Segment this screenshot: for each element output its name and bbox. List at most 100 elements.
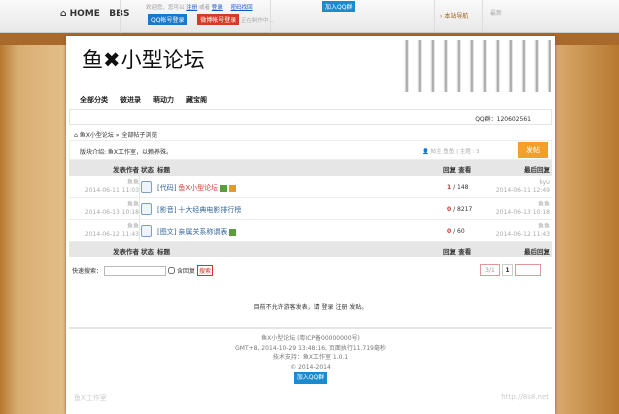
forum-logo[interactable]: 鱼✖小型论坛 [82, 44, 205, 74]
reply-view-count: 1 / 148 [447, 184, 469, 191]
top-bar: ⌂ HOME BBS 欢迎您，您可以 注册 或者 登录 密码找回 QQ帐号登录 … [0, 0, 619, 33]
author-name[interactable]: 鱼鱼 [85, 179, 139, 187]
search-input[interactable] [104, 265, 167, 276]
reply-view-count: 0 / 60 [447, 228, 465, 235]
board-stats: 👤 帖主 鱼鱼 | 主题 : 3 [422, 149, 480, 155]
footer-join-qq-button[interactable]: 加入QQ群 [293, 372, 328, 384]
or-text: 或者 [199, 5, 211, 11]
last-reply-user[interactable]: 鱼鱼 [496, 223, 550, 231]
attachment-icon [229, 229, 237, 236]
last-reply-user[interactable]: kyu [496, 179, 550, 187]
quick-search: 快速搜索： 含回复 搜索 [72, 265, 214, 276]
nav-item-4[interactable]: 藏宝阁 [186, 96, 207, 104]
reply-view-count: 0 / 8217 [447, 206, 473, 213]
join-qq-button[interactable]: 加入QQ群 [322, 1, 356, 12]
table-header: 发表作者 状态 标题 回复 查看 最后回复 [69, 160, 552, 176]
footer-site: 鱼X小型论坛 (粤ICP备00000000号) [261, 335, 360, 342]
include-replies-label: 含回复 [177, 268, 196, 275]
author-cell: 鱼鱼 2014-06-13 10:18 [85, 201, 139, 217]
thread-title[interactable]: 十大经典电影排行榜 [178, 206, 241, 214]
site-nav-link[interactable]: › 本站导航 [440, 11, 468, 20]
include-replies-checkbox[interactable] [168, 267, 176, 274]
nav-all-categories[interactable]: 全部分类 [80, 96, 108, 104]
post-date: 2014-06-11 11:03 [84, 187, 139, 194]
nav-item-2[interactable]: 彼进录 [120, 96, 141, 104]
thread-title-cell: [代码] 鱼X小型论坛 [157, 183, 237, 193]
pager: 3/1 1 [480, 264, 541, 276]
reply-count: 1 [447, 184, 452, 191]
thread-title-cell: [影音] 十大经典电影排行榜 [157, 205, 241, 215]
forgot-link[interactable]: 密码找回 [231, 5, 253, 11]
last-reply-cell: 鱼鱼 2014-06-13 10:18 [496, 201, 550, 217]
reply-count: 0 [447, 206, 452, 213]
weibo-login-button[interactable]: 微博帐号登录 [197, 14, 240, 25]
view-count: 148 [457, 184, 469, 191]
making-text: 正在制作中... [240, 18, 274, 24]
qq-group-bar: QQ群：120602561 [69, 109, 552, 125]
col-title: 标题 [157, 166, 170, 174]
nav-item-3[interactable]: 萌动力 [153, 96, 174, 104]
main-panel: 鱼✖小型论坛 全部分类 彼进录 萌动力 藏宝阁 QQ群：120602561 ⌂ 鱼X小… [66, 36, 555, 414]
login-link[interactable]: 登录 [212, 5, 223, 11]
last-reply-user[interactable]: 鱼鱼 [496, 201, 550, 209]
table-footer-header: 发表作者 状态 标题 回复 查看 最后回复 [69, 242, 552, 257]
welcome-line: 欢迎您，您可以 注册 或者 登录 密码找回 [146, 3, 253, 11]
footer-divider [69, 327, 552, 329]
col-replies-views: 回复 查看 [443, 166, 472, 174]
page-jump-input[interactable] [515, 264, 541, 276]
home-link[interactable]: HOME [70, 9, 100, 19]
table-row: 鱼鱼 2014-06-12 11:43 [图文] 亲属关系称谓表 0 / 60 鱼… [69, 220, 552, 242]
table-row: 鱼鱼 2014-06-13 10:18 [影音] 十大经典电影排行榜 0 / 82… [69, 198, 552, 220]
thread-category[interactable]: [影音] [157, 206, 176, 214]
view-count: 60 [457, 228, 465, 235]
watermark-right: http://8s8.net [501, 393, 549, 401]
col-author: 发表作者 [113, 166, 139, 174]
search-button[interactable]: 搜索 [197, 265, 214, 276]
post-date: 2014-06-12 11:43 [84, 231, 139, 238]
notice-register-link[interactable]: 注册 [335, 304, 347, 311]
attachment-icon [220, 185, 228, 192]
pager-total: 3/1 [480, 264, 500, 276]
breadcrumb-current: 全部帖子浏览 [121, 132, 158, 139]
notice-login-link[interactable]: 登录 [322, 304, 334, 311]
header-banner-image [396, 40, 551, 92]
author-cell: 鱼鱼 2014-06-12 11:43 [85, 223, 139, 239]
board-info: 版块介绍: 鱼X工作室，以赖养殊。 👤 帖主 鱼鱼 | 主题 : 3 发帖 [69, 140, 552, 160]
welcome-text: 欢迎您，您可以 [146, 5, 185, 11]
thread-title[interactable]: 鱼X小型论坛 [178, 184, 218, 192]
last-reply-date: 2014-06-13 10:18 [495, 209, 550, 216]
watermark-left: 鱼X工作室 [74, 394, 107, 402]
board-stats-text: 帖主 鱼鱼 | 主题 : 3 [430, 149, 480, 155]
author-name[interactable]: 鱼鱼 [85, 223, 139, 231]
thread-category[interactable]: [代码] [157, 184, 176, 192]
page-1-button[interactable]: 1 [502, 264, 513, 276]
new-post-button[interactable]: 发帖 [518, 142, 548, 158]
footer: 鱼X小型论坛 (粤ICP备00000000号) GMT+8, 2014-10-2… [66, 334, 555, 384]
last-reply-cell: 鱼鱼 2014-06-12 11:43 [496, 223, 550, 239]
col-author: 发表作者 [113, 248, 139, 256]
thread-title[interactable]: 亲属关系称谓表 [178, 228, 227, 236]
latest-link[interactable]: 最新 [490, 8, 502, 17]
site-nav-label: 本站导航 [444, 13, 469, 20]
home-icon: ⌂ [60, 9, 70, 19]
col-status: 状态 [141, 166, 154, 174]
footer-time: GMT+8, 2014-10-29 13:48:16, 页面执行11.719毫秒 [235, 344, 386, 352]
register-link[interactable]: 注册 [186, 5, 197, 11]
attachment-icon [229, 185, 237, 192]
qq-login-button[interactable]: QQ帐号登录 [148, 14, 188, 25]
col-last-reply: 最后回复 [524, 166, 550, 174]
last-reply-date: 2014-06-12 11:43 [495, 231, 550, 238]
thread-icon [141, 225, 152, 237]
col-status: 状态 [141, 248, 154, 256]
author-name[interactable]: 鱼鱼 [85, 201, 139, 209]
notice-text: 目前不允许游客发表，请 [253, 304, 320, 311]
col-last-reply: 最后回复 [524, 248, 550, 256]
main-nav: 全部分类 彼进录 萌动力 藏宝阁 [80, 95, 219, 105]
thread-category[interactable]: [图文] [157, 228, 176, 236]
footer-copyright: © 2014-2014 [290, 363, 331, 371]
breadcrumb-forum[interactable]: 鱼X小型论坛 [80, 132, 114, 139]
col-replies-views: 回复 查看 [443, 248, 472, 256]
thread-icon [141, 203, 152, 215]
board-intro: 版块介绍: 鱼X工作室，以赖养殊。 [80, 149, 173, 156]
last-reply-cell: kyu 2014-06-11 12:49 [496, 179, 550, 195]
